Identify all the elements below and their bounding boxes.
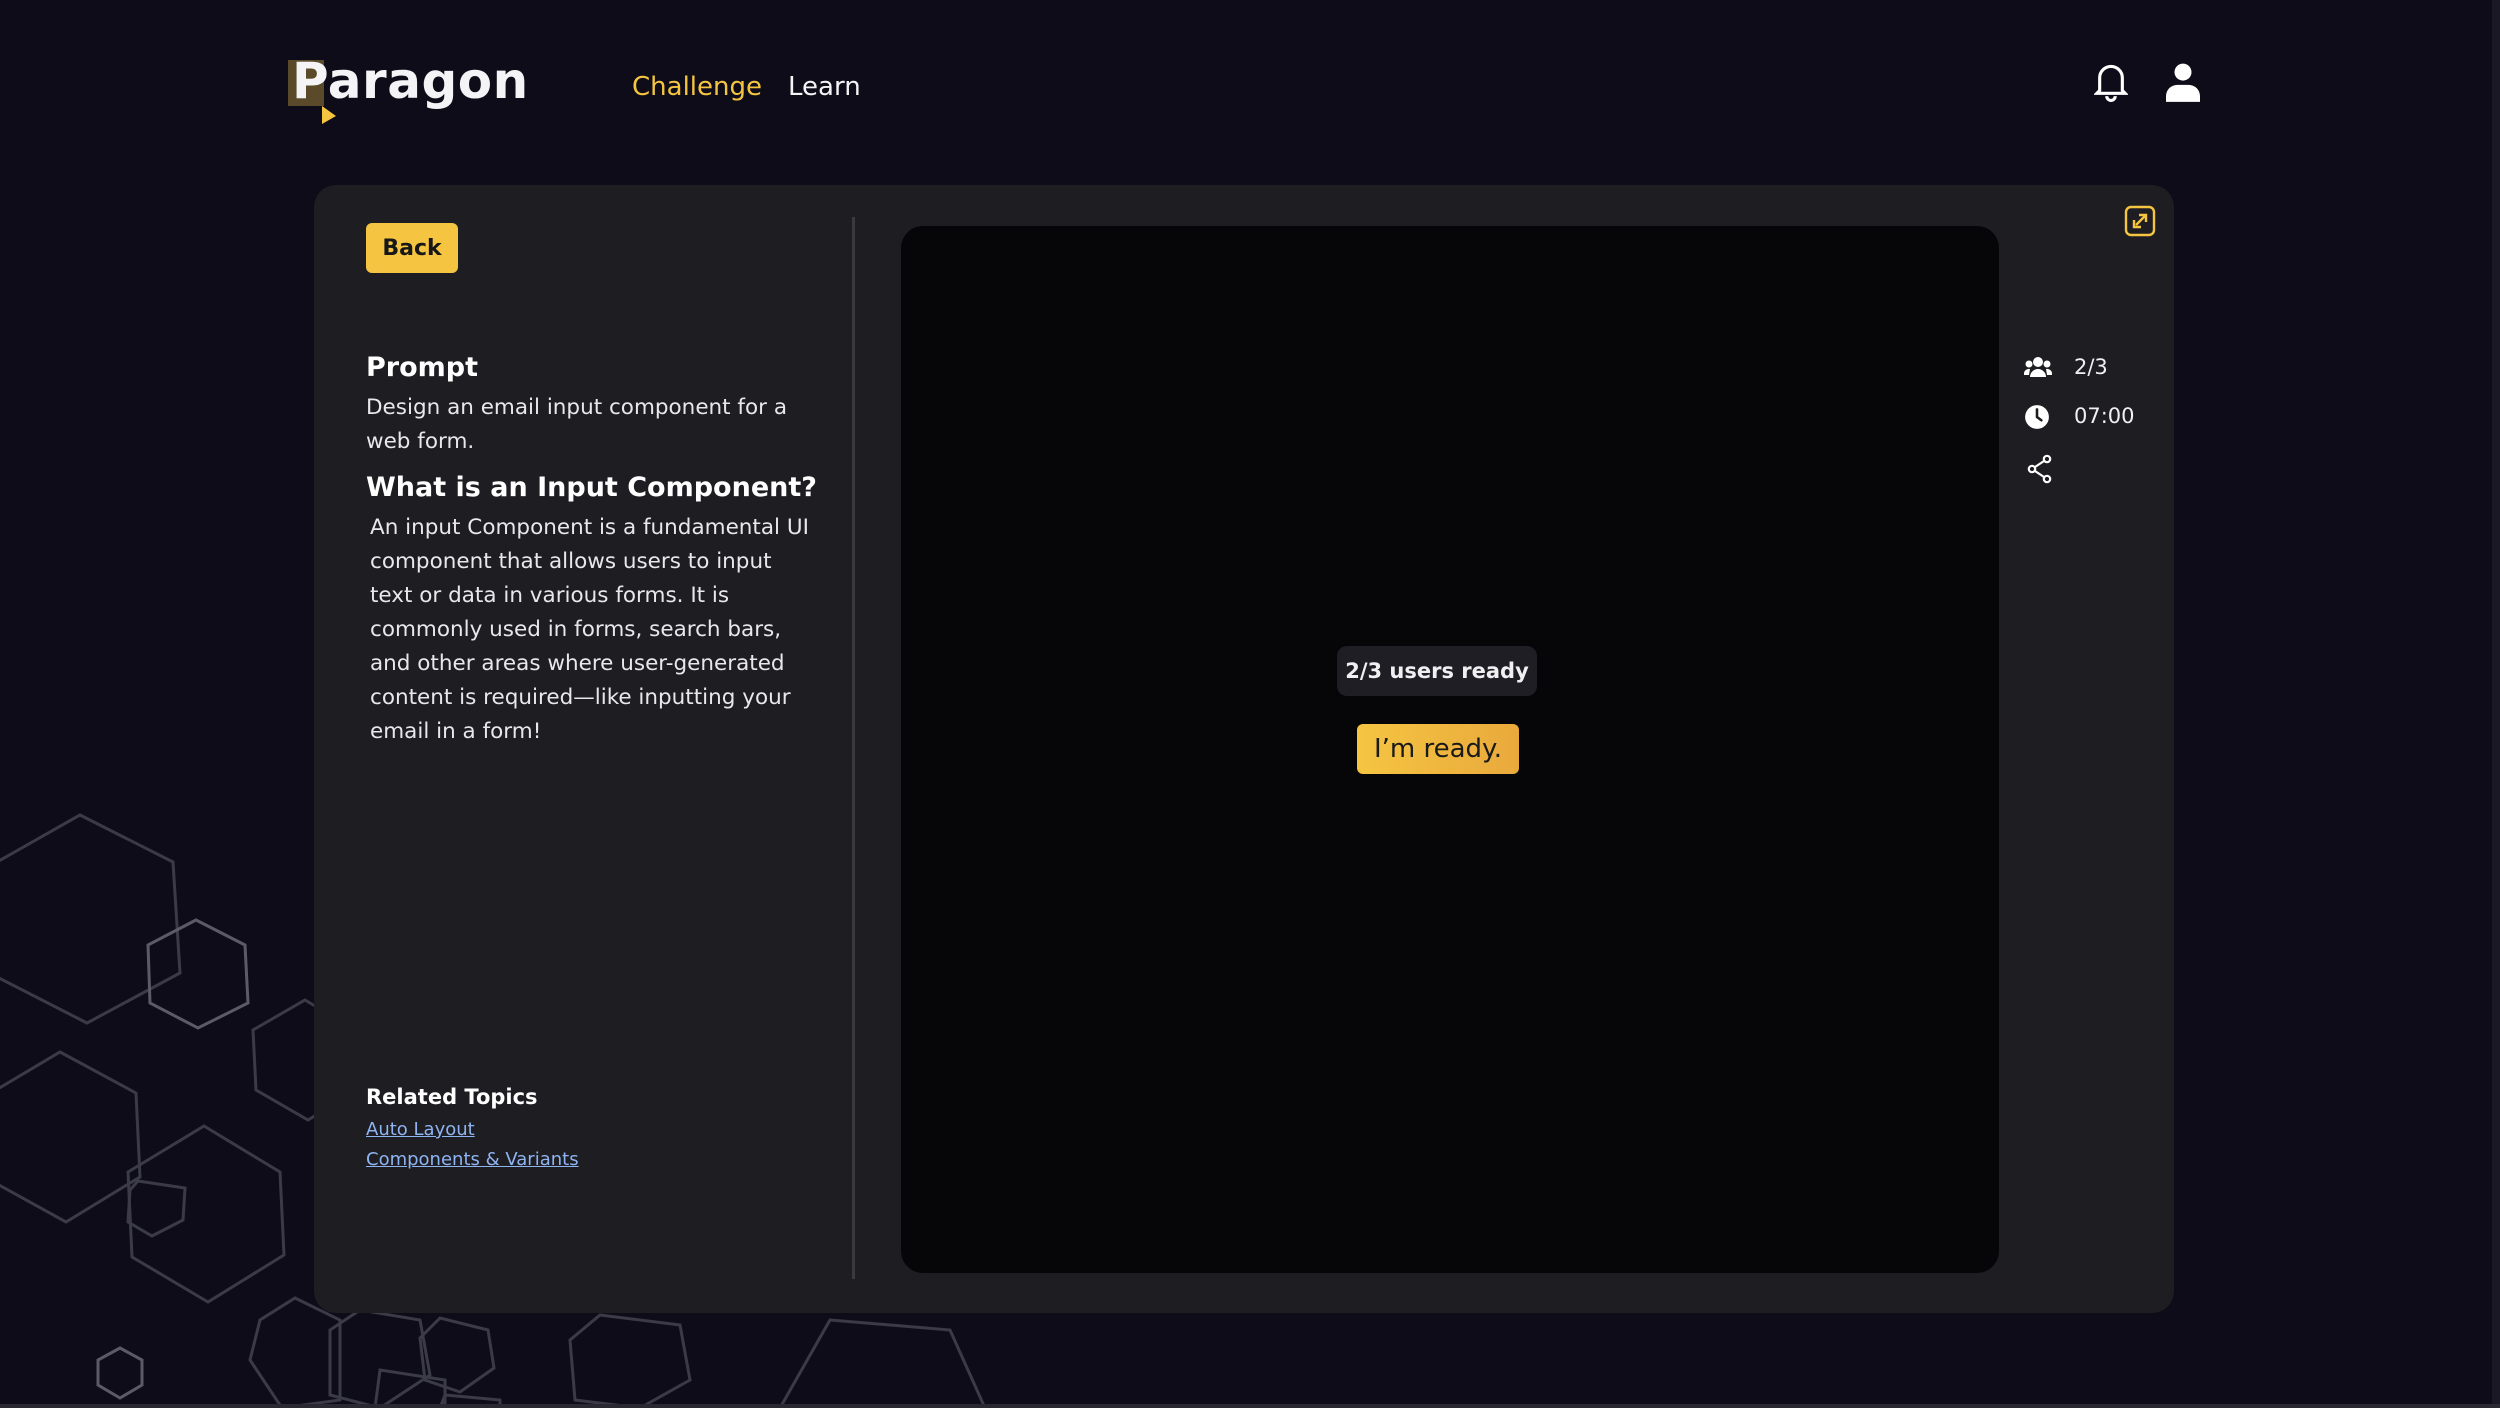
nav-learn[interactable]: Learn	[788, 72, 861, 102]
input-component-description: An input Component is a fundamental UI c…	[370, 515, 809, 744]
back-button[interactable]: Back	[366, 223, 458, 273]
nav-challenge[interactable]: Challenge	[632, 72, 762, 102]
clock-icon	[2025, 405, 2049, 429]
prompt-heading: Prompt	[366, 352, 479, 383]
preview-area: 2/3 users ready I’m ready.	[901, 226, 1999, 1273]
related-link-components-variants[interactable]: Components & Variants	[366, 1149, 579, 1170]
expand-icon[interactable]	[2124, 205, 2156, 237]
prompt-text: Design an email input component for a we…	[366, 395, 788, 454]
bottom-edge	[0, 1404, 2500, 1408]
logo-text: Paragon	[292, 52, 529, 110]
bell-icon[interactable]	[2094, 62, 2128, 102]
user-icon[interactable]	[2166, 62, 2200, 102]
related-link-auto-layout[interactable]: Auto Layout	[366, 1119, 475, 1140]
im-ready-button[interactable]: I’m ready.	[1357, 724, 1519, 774]
share-icon[interactable]	[2026, 454, 2054, 484]
panel-divider[interactable]	[852, 217, 855, 1279]
timer: 07:00	[2074, 404, 2135, 428]
window-scrollbar[interactable]	[2492, 0, 2500, 1408]
cursor-arrow-icon	[322, 106, 336, 124]
input-component-heading: What is an Input Component?	[366, 472, 817, 503]
users-icon	[2024, 357, 2052, 377]
participants-count: 2/3	[2074, 355, 2108, 379]
users-ready-badge: 2/3 users ready	[1337, 646, 1537, 696]
challenge-card: Back Prompt Design an email input compon…	[314, 185, 2174, 1313]
related-topics-heading: Related Topics	[366, 1085, 538, 1109]
